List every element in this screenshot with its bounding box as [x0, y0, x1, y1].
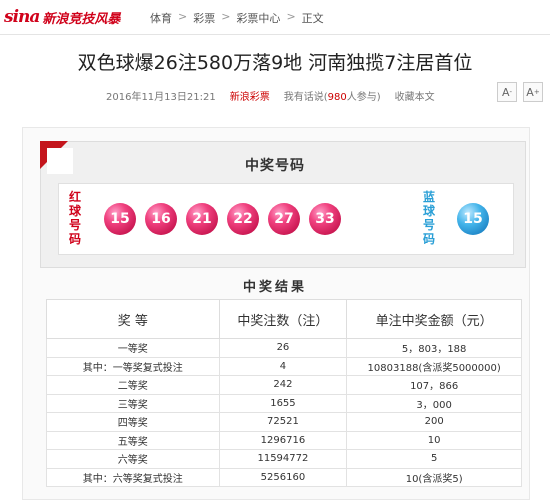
results-table: 奖 等 中奖注数（注） 单注中奖金额（元） 一等奖 26 5，803，188 其中：…	[46, 299, 522, 487]
header-prize-level: 奖 等	[46, 299, 220, 339]
blue-ball-label: 蓝 球 号 码	[420, 190, 438, 246]
prize-amount: 10(含派奖5)	[346, 467, 522, 487]
comment-link[interactable]: 我有话说(980人参与)	[284, 88, 381, 103]
font-larger-sup: +	[533, 88, 540, 96]
font-smaller-sup: -	[509, 88, 513, 96]
winner-count: 242	[218, 375, 348, 395]
font-smaller-label: A	[501, 85, 510, 99]
red-label-char: 码	[68, 232, 81, 246]
prize-level: 五等奖	[46, 430, 220, 450]
article-meta: 2016年11月13日21:21 新浪彩票 我有话说(980人参与) 收藏本文	[106, 88, 435, 103]
winner-count: 1296716	[218, 430, 348, 450]
breadcrumb-lottery[interactable]: 彩票	[193, 10, 215, 26]
article-title: 双色球爆26注580万落9地 河南独揽7注居首位	[77, 52, 473, 74]
header-prize-amount: 单注中奖金额（元）	[346, 299, 522, 339]
table-row: 六等奖 11594772 5	[46, 449, 522, 469]
breadcrumb-separator: >	[178, 10, 188, 23]
prize-level: 六等奖	[46, 449, 220, 469]
red-ball-6: 33	[309, 203, 341, 235]
table-row: 五等奖 1296716 10	[46, 430, 522, 450]
prize-amount: 5，803，188	[346, 338, 522, 358]
red-label-char: 号	[68, 218, 81, 232]
red-label-char: 球	[68, 204, 81, 218]
table-row: 一等奖 26 5，803，188	[46, 338, 522, 358]
table-header-row: 奖 等 中奖注数（注） 单注中奖金额（元）	[46, 299, 522, 339]
prize-amount: 3，000	[346, 393, 522, 413]
logo-mark: sina	[4, 7, 40, 27]
prize-level: 二等奖	[46, 375, 220, 395]
winner-count: 72521	[218, 412, 348, 432]
red-ball-3: 21	[186, 203, 218, 235]
source-link[interactable]: 新浪彩票	[230, 88, 270, 103]
prize-level: 三等奖	[46, 393, 220, 413]
header-winner-count: 中奖注数（注）	[218, 299, 348, 339]
blue-label-char: 蓝	[422, 190, 435, 204]
red-label-char: 红	[68, 190, 81, 204]
sina-logo[interactable]: sina 新浪竞技风暴	[4, 7, 120, 27]
breadcrumb-sports[interactable]: 体育	[150, 10, 172, 26]
red-ball-2: 16	[145, 203, 177, 235]
table-row: 其中：一等奖复式投注 4 10803188(含派奖5000000)	[46, 356, 522, 376]
prize-amount: 107，866	[346, 375, 522, 395]
blue-label-char: 球	[422, 204, 435, 218]
breadcrumb-lottery-center[interactable]: 彩票中心	[236, 10, 280, 26]
font-smaller-button[interactable]: A-	[497, 82, 517, 102]
logo-text: 新浪竞技风暴	[42, 11, 121, 27]
prize-amount: 200	[346, 412, 522, 432]
red-ball-label: 红 球 号 码	[66, 190, 84, 246]
breadcrumb: 体育 > 彩票 > 彩票中心 > 正文	[150, 10, 324, 26]
breadcrumb-separator: >	[286, 10, 296, 23]
favorite-link[interactable]: 收藏本文	[395, 88, 435, 103]
breadcrumb-current: 正文	[301, 12, 324, 25]
prize-level: 其中：六等奖复式投注	[46, 467, 220, 487]
winner-count: 11594772	[218, 449, 348, 469]
publish-datetime: 2016年11月13日21:21	[106, 92, 216, 103]
winner-count: 1655	[218, 393, 348, 413]
results-title: 中奖结果	[242, 280, 307, 295]
blue-label-char: 号	[422, 218, 435, 232]
table-row: 二等奖 242 107，866	[46, 375, 522, 395]
comment-suffix: 人参与)	[346, 92, 381, 103]
blue-ball-1: 15	[457, 203, 489, 235]
prize-level: 一等奖	[46, 338, 220, 358]
winning-numbers-title: 中奖号码	[245, 158, 305, 174]
winner-count: 26	[218, 338, 348, 358]
prize-amount: 10	[346, 430, 522, 450]
prize-amount: 10803188(含派奖5000000)	[346, 356, 522, 376]
prize-amount: 5	[346, 449, 522, 469]
font-larger-button[interactable]: A +	[523, 82, 543, 102]
winner-count: 5256160	[218, 467, 348, 487]
table-row: 三等奖 1655 3，000	[46, 393, 522, 413]
red-ball-1: 15	[104, 203, 136, 235]
red-ball-5: 27	[268, 203, 300, 235]
prize-level: 四等奖	[46, 412, 220, 432]
winner-count: 4	[218, 356, 348, 376]
top-bar: sina 新浪竞技风暴 体育 > 彩票 > 彩票中心 > 正文	[0, 0, 550, 35]
comment-prefix: 我有话说(	[283, 92, 328, 103]
comment-count: 980	[327, 92, 347, 103]
prize-level: 其中：一等奖复式投注	[46, 356, 220, 376]
font-larger-label: A	[526, 85, 534, 99]
blue-label-char: 码	[422, 232, 435, 246]
table-row: 四等奖 72521 200	[46, 412, 522, 432]
table-row: 其中：六等奖复式投注 5256160 10(含派奖5)	[46, 467, 522, 487]
breadcrumb-separator: >	[221, 10, 231, 23]
red-ball-4: 22	[227, 203, 259, 235]
font-size-controls: A- A +	[497, 82, 543, 102]
